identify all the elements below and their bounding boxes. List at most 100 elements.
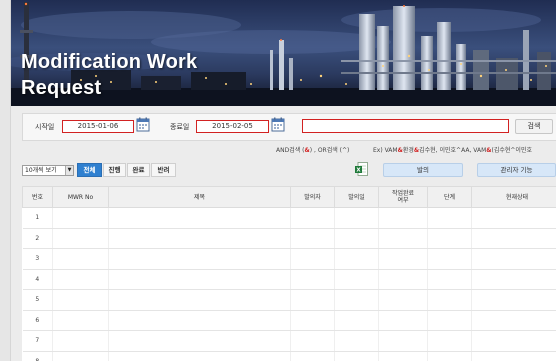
table-cell [52, 351, 109, 361]
table-cell: 2 [22, 228, 53, 249]
excel-icon[interactable]: X [355, 162, 368, 176]
table-row[interactable]: 8 [22, 351, 556, 361]
table-cell [290, 248, 335, 270]
table-cell [427, 351, 472, 361]
table-cell [427, 269, 472, 290]
table-row[interactable]: 6 [22, 310, 556, 331]
table-cell [334, 228, 379, 249]
col-header-title[interactable]: 제목 [108, 186, 291, 208]
calendar-icon[interactable] [136, 117, 150, 132]
table-cell [290, 351, 335, 361]
tab-in-progress[interactable]: 진행 [103, 163, 126, 177]
table-cell [471, 269, 556, 290]
table-row[interactable]: 5 [22, 289, 556, 311]
table-cell: 6 [22, 310, 53, 331]
table-cell [52, 330, 109, 352]
page-title-line2: Request [21, 77, 102, 99]
start-date-input[interactable]: 2015-01-06 [62, 120, 134, 133]
page-size-select[interactable]: 10개씩 보기 ▼ [22, 165, 74, 176]
table-cell: 3 [22, 248, 53, 270]
calendar-icon[interactable] [271, 117, 285, 132]
table-cell [334, 269, 379, 290]
col-header-requester[interactable]: 발의자 [290, 186, 335, 208]
table-cell [334, 248, 379, 270]
table-cell [108, 330, 291, 352]
table-cell [427, 248, 472, 270]
table-cell [52, 207, 109, 229]
table-cell [471, 207, 556, 229]
table-cell [378, 269, 428, 290]
search-syntax-hint: AND검색 (&) , OR검색 (^) [276, 147, 350, 154]
table-row[interactable]: 2 [22, 228, 556, 249]
table-cell [290, 207, 335, 229]
keyword-search-input[interactable] [302, 119, 509, 133]
table-row[interactable]: 7 [22, 330, 556, 352]
table-cell [471, 289, 556, 311]
table-cell [378, 330, 428, 352]
table-cell [290, 330, 335, 352]
table-cell [108, 310, 291, 331]
table-cell [108, 289, 291, 311]
col-header-mwr-no[interactable]: MWR No [52, 186, 109, 208]
table-cell [471, 228, 556, 249]
table-cell [290, 269, 335, 290]
end-date-input[interactable]: 2015-02-05 [196, 120, 269, 133]
table-cell [471, 351, 556, 361]
table-cell [471, 248, 556, 270]
table-body: 12345678 [22, 207, 556, 361]
table-cell [378, 207, 428, 229]
col-header-current-status[interactable]: 현재상태 [471, 186, 556, 208]
table-cell [52, 289, 109, 311]
page-gutter [0, 0, 11, 361]
end-date-label: 종료일 [170, 123, 190, 131]
table-cell [427, 289, 472, 311]
table-cell [378, 248, 428, 270]
col-header-request-date[interactable]: 발의일 [334, 186, 379, 208]
table-cell [378, 310, 428, 331]
table-cell [108, 248, 291, 270]
table-cell: 7 [22, 330, 53, 352]
table-cell [52, 269, 109, 290]
table-cell [471, 330, 556, 352]
request-button[interactable]: 발의 [383, 163, 463, 177]
table-cell [334, 207, 379, 229]
col-header-stage[interactable]: 단계 [427, 186, 472, 208]
table-cell [334, 351, 379, 361]
search-button[interactable]: 검색 [515, 119, 553, 134]
table-cell [290, 228, 335, 249]
chevron-down-icon: ▼ [65, 166, 73, 175]
tab-completed[interactable]: 완료 [127, 163, 150, 177]
tab-rejected[interactable]: 반려 [151, 163, 176, 177]
table-cell [108, 228, 291, 249]
page-title-line1: Modification Work [21, 51, 198, 73]
search-panel: 시작일 2015-01-06 종료일 2015-02-05 검색 [22, 113, 556, 141]
table-cell [108, 269, 291, 290]
header-banner: Modification Work Request [11, 0, 556, 106]
table-cell [52, 248, 109, 270]
col-header-number[interactable]: 번호 [22, 186, 53, 208]
table-cell: 4 [22, 269, 53, 290]
table-cell [290, 310, 335, 331]
table-cell [427, 228, 472, 249]
table-cell: 8 [22, 351, 53, 361]
table-cell [378, 289, 428, 311]
table-row[interactable]: 4 [22, 269, 556, 290]
table-cell [334, 310, 379, 331]
table-cell [427, 330, 472, 352]
page-title: Modification Work Request [21, 49, 197, 101]
table-cell [334, 289, 379, 311]
admin-functions-button[interactable]: 관리자 기능 [477, 163, 556, 177]
table-cell: 5 [22, 289, 53, 311]
table-row[interactable]: 1 [22, 207, 556, 229]
table-cell [427, 207, 472, 229]
table-cell [52, 310, 109, 331]
table-cell [108, 207, 291, 229]
col-header-work-complete[interactable]: 작업완료 여부 [378, 186, 428, 208]
mwr-list-table: 번호 MWR No 제목 발의자 발의일 작업완료 여부 단계 현재상태 123… [22, 186, 556, 361]
tab-all[interactable]: 전체 [77, 163, 102, 177]
table-cell [471, 310, 556, 331]
table-header-row: 번호 MWR No 제목 발의자 발의일 작업완료 여부 단계 현재상태 [22, 186, 556, 208]
status-filter-tabs: 전체 진행 완료 반려 [77, 163, 177, 177]
table-row[interactable]: 3 [22, 248, 556, 270]
table-cell: 1 [22, 207, 53, 229]
